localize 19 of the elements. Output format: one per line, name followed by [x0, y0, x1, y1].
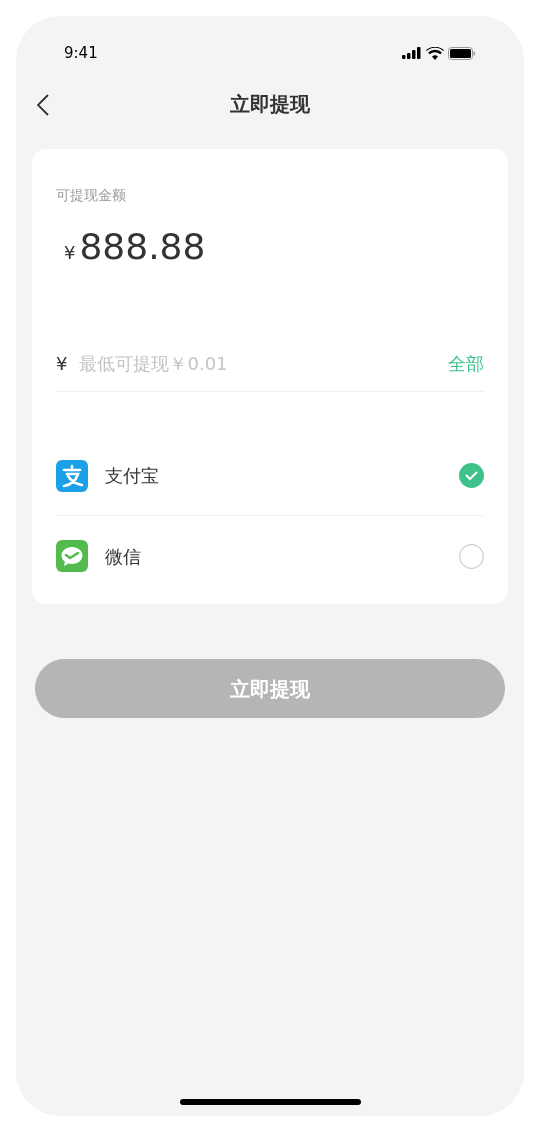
radio-checked-icon[interactable]: [459, 463, 484, 488]
currency-symbol: ¥: [56, 352, 68, 376]
signal-icon: [402, 47, 422, 59]
amount-input[interactable]: 最低可提现￥0.01: [79, 350, 448, 377]
balance-amount: 888.88: [79, 225, 206, 269]
status-time: 9:41: [64, 42, 98, 64]
page-title: 立即提现: [230, 91, 310, 118]
back-button[interactable]: [36, 93, 50, 117]
wifi-icon: [426, 46, 444, 60]
radio-unchecked-icon[interactable]: [459, 543, 484, 569]
battery-icon: [448, 46, 476, 60]
currency-symbol: ¥: [64, 241, 76, 265]
payment-option[interactable]: 支付宝: [56, 436, 484, 516]
payment-label: 支付宝: [105, 464, 160, 488]
chat-bubble-logo-icon: [56, 540, 88, 572]
back-icon: [36, 93, 50, 117]
payment-option[interactable]: 微信: [56, 516, 484, 596]
balance-label: 可提现金额: [56, 186, 127, 205]
payment-label: 微信: [105, 544, 142, 569]
